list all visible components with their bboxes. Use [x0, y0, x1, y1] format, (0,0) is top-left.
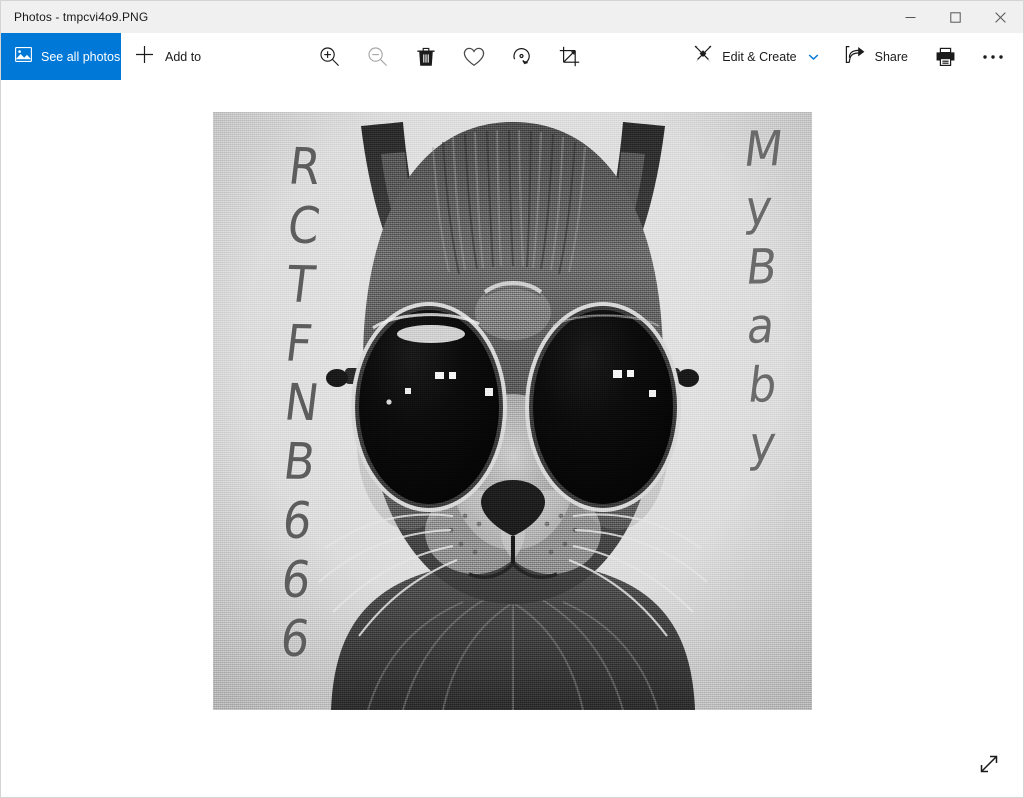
hw-right-char: b — [746, 361, 793, 410]
magnifier-plus-icon — [319, 46, 340, 67]
heart-icon — [463, 47, 485, 67]
zoom-to-fit-button[interactable] — [969, 744, 1009, 784]
hw-left-char: T — [284, 259, 327, 310]
photos-app-window: Photos - tmpcvi4o9.PNG — [0, 0, 1024, 798]
hw-left-char: 6 — [280, 495, 323, 546]
plus-icon — [135, 45, 154, 69]
toolbar: See all photos Add to — [1, 33, 1023, 80]
hw-left-char: 6 — [279, 554, 322, 605]
printer-icon — [935, 47, 956, 67]
hw-right-char: y — [747, 420, 794, 469]
hw-left-char: N — [282, 377, 325, 428]
edit-and-create-button[interactable]: Edit & Create — [680, 33, 831, 80]
hw-right-char: M — [741, 125, 788, 174]
rotate-icon — [511, 46, 532, 67]
toolbar-right-group: Edit & Create Share — [680, 33, 1023, 80]
hw-left-char: B — [281, 436, 324, 487]
magnifier-minus-icon — [367, 46, 388, 67]
delete-button[interactable] — [402, 33, 450, 80]
maximize-icon — [950, 12, 961, 23]
add-to-button[interactable]: Add to — [121, 33, 219, 80]
minimize-button[interactable] — [888, 1, 933, 33]
zoom-in-button[interactable] — [306, 33, 354, 80]
add-to-label: Add to — [165, 50, 201, 64]
see-all-photos-label: See all photos — [41, 50, 120, 64]
hw-right-char: B — [744, 243, 791, 292]
print-button[interactable] — [921, 33, 969, 80]
close-icon — [995, 12, 1006, 23]
hw-left-char: 6 — [278, 613, 321, 664]
pen-pencil-crossed-icon — [693, 44, 713, 69]
maximize-button[interactable] — [933, 1, 978, 33]
titlebar[interactable]: Photos - tmpcvi4o9.PNG — [1, 1, 1023, 33]
zoom-out-button[interactable] — [354, 33, 402, 80]
chevron-down-icon — [808, 53, 819, 61]
hw-left-char: F — [283, 318, 326, 369]
close-button[interactable] — [978, 1, 1023, 33]
rotate-button[interactable] — [498, 33, 546, 80]
ellipsis-icon — [982, 54, 1004, 60]
hw-right-char: y — [743, 184, 790, 233]
share-label: Share — [875, 50, 908, 64]
toolbar-center-group — [219, 33, 680, 80]
photo-stage[interactable]: R C T F N B 6 6 6 M y B a b y — [1, 80, 1023, 731]
bottom-bar — [1, 731, 1023, 797]
hw-left-char: R — [286, 141, 329, 192]
diagonal-resize-arrow-icon — [978, 753, 1000, 775]
hw-left-char: C — [285, 200, 328, 251]
window-title: Photos - tmpcvi4o9.PNG — [1, 10, 148, 24]
photo-image[interactable]: R C T F N B 6 6 6 M y B a b y — [213, 112, 812, 710]
see-all-photos-button[interactable]: See all photos — [1, 33, 121, 80]
edit-and-create-label: Edit & Create — [722, 50, 796, 64]
favorite-button[interactable] — [450, 33, 498, 80]
hw-right-char: a — [745, 302, 792, 351]
crop-button[interactable] — [546, 33, 594, 80]
photo-collection-icon — [15, 47, 32, 67]
minimize-icon — [905, 12, 916, 23]
share-arrow-icon — [845, 45, 866, 69]
window-controls — [888, 1, 1023, 33]
see-more-button[interactable] — [969, 33, 1017, 80]
share-button[interactable]: Share — [832, 33, 921, 80]
trash-icon — [416, 46, 436, 67]
handwriting-right: M y B a b y — [744, 128, 791, 468]
crop-icon — [559, 46, 580, 67]
